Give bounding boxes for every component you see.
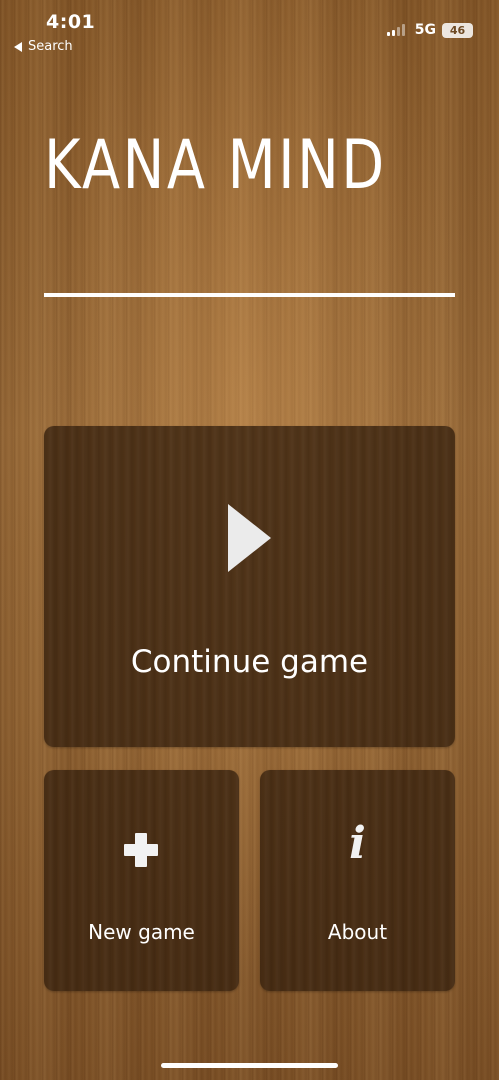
play-icon — [228, 504, 271, 572]
back-label: Search — [28, 39, 73, 54]
plus-icon — [124, 833, 158, 867]
signal-icon — [386, 24, 407, 36]
continue-game-button[interactable]: Continue game — [44, 426, 455, 747]
new-game-label: New game — [88, 920, 195, 944]
info-icon: i — [349, 818, 366, 869]
network-label: 5G — [414, 22, 436, 38]
battery-icon: 46 — [442, 22, 473, 38]
continue-game-label: Continue game — [130, 644, 369, 680]
new-game-button[interactable]: New game — [44, 770, 239, 991]
status-indicators: 5G 46 — [386, 22, 473, 38]
title-divider — [44, 293, 455, 297]
battery-level: 46 — [449, 23, 466, 37]
app-title: KANA MIND — [44, 126, 387, 205]
about-button[interactable]: i About — [260, 770, 455, 991]
home-indicator[interactable] — [161, 1063, 338, 1068]
status-time: 4:01 — [46, 11, 96, 33]
back-arrow-icon — [14, 41, 22, 52]
about-label: About — [327, 920, 388, 944]
back-to-search-link[interactable]: Search — [14, 39, 73, 54]
